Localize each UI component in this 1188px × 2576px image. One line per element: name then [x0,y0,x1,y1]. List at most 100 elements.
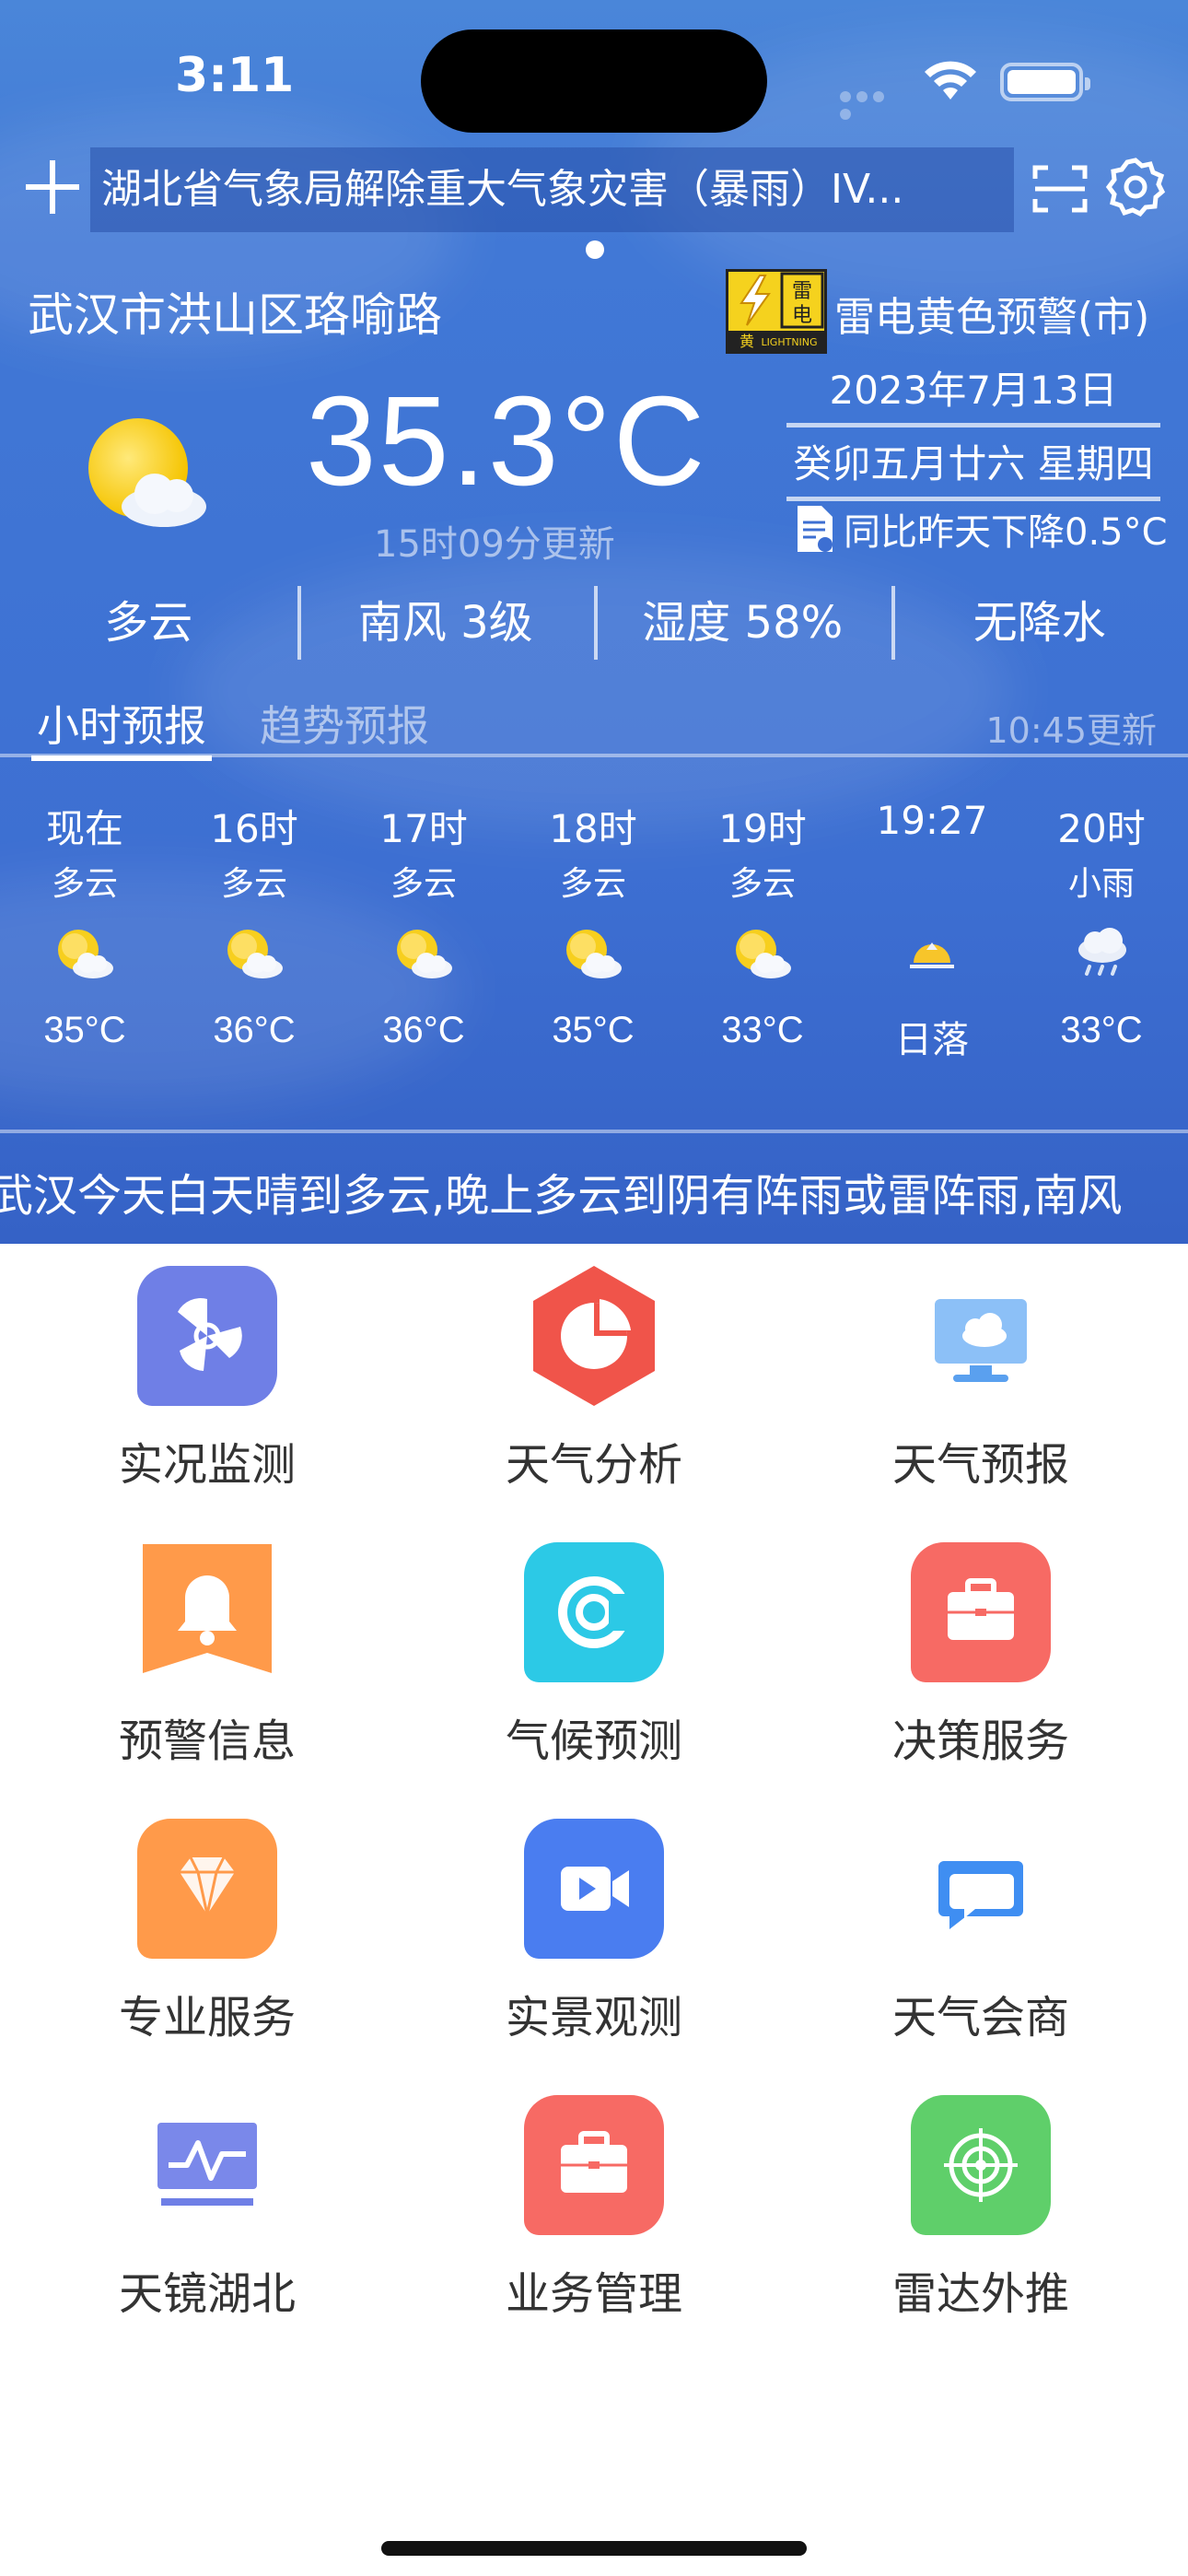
grid-item-label: 决策服务 [891,1715,1069,1767]
partly-cloudy-icon [678,912,847,995]
grid-item-7[interactable]: 专业服务 [14,1815,401,2091]
settings-gear-icon[interactable] [1105,157,1166,217]
bell-icon [143,1544,272,1673]
grid-item-label: 天气会商 [891,1992,1069,2043]
grid-item-label: 实况监测 [118,1439,296,1491]
fan-icon [137,1266,277,1406]
hourly-forecast-item: 18时 多云 35°C [508,798,678,1063]
lunar-date-label: 癸卯五月廿六 星期四 [786,427,1160,501]
lightning-warning-icon[interactable]: 雷 电 黄 LIGHTNING [726,269,827,354]
hourly-forecast-item: 19时多云 33°C [678,798,847,1063]
hour-temperature: 33°C [1060,1010,1143,1050]
ticker-text: 武汉今天白天晴到多云,晚上多云到阴有阵雨或雷阵雨,南风 [0,1170,1123,1222]
grid-item-8[interactable]: 实景观测 [401,1815,787,2091]
hour-temperature: 33°C [721,1010,804,1050]
chat-icon [938,1861,1023,1929]
grid-item-5[interactable]: 气候预测 [401,1539,787,1815]
grid-item-9[interactable]: 天气会商 [787,1815,1174,2091]
forecast-ticker[interactable]: 武汉今天白天晴到多云,晚上多云到阴有阵雨或雷阵雨,南风 [0,1139,1188,1240]
sunset-icon [847,912,1017,995]
hour-time: 19时 [718,806,807,851]
partly-cloudy-icon [88,418,206,527]
grid-item-label: 气候预测 [505,1715,682,1767]
hour-time: 16时 [210,806,298,851]
grid-item-12[interactable]: 雷达外推 [787,2091,1174,2368]
home-indicator[interactable] [381,2541,807,2556]
add-city-button[interactable] [20,155,85,219]
hour-condition [847,857,1017,912]
briefcase-icon [524,2095,664,2235]
hour-temperature: 日落 [895,1020,969,1060]
grid-item-4[interactable]: 预警信息 [14,1539,401,1815]
stat-condition: 多云 [104,597,193,649]
grid-item-label: 业务管理 [505,2268,682,2320]
svg-text:雷: 雷 [792,280,812,303]
hourly-forecast-list: 现在 多云 35°C 16时 多云 36°C 17时 多云 36°C 18时 多云 35°C 19时 多云… [0,798,1188,1063]
cellular-signal-icon [840,88,904,120]
dynamic-island [421,29,767,133]
scan-icon[interactable] [1031,162,1089,216]
grid-item-2[interactable]: 天气分析 [401,1262,787,1539]
hour-time: 19:27 [876,798,988,843]
hour-time: 20时 [1057,806,1146,851]
tab-trend-forecast[interactable]: 趋势预报 [260,693,429,754]
grid-item-label: 预警信息 [118,1715,296,1767]
location-title[interactable]: 武汉市洪山区珞喻路 [28,278,442,345]
grid-item-label: 专业服务 [118,1992,296,2043]
date-label: 2023年7月13日 [786,354,1160,427]
hour-time: 17时 [379,806,468,851]
hour-condition: 小雨 [1067,865,1135,903]
grid-item-label: 天镜湖北 [118,2268,296,2320]
svg-text:LIGHTNING: LIGHTNING [761,336,817,348]
wifi-icon [925,61,976,100]
hour-condition: 多云 [728,865,796,903]
grid-item-1[interactable]: 实况监测 [14,1262,401,1539]
light-rain-icon [1017,912,1186,995]
hour-condition: 多云 [390,865,457,903]
hourly-forecast-item: 17时 多云 36°C [339,798,508,1063]
alert-banner[interactable]: 湖北省气象局解除重大气象灾害（暴雨）IV... [90,147,1014,232]
hourly-forecast-item: 19:27 日落 [847,798,1017,1063]
briefcase-icon [911,1542,1051,1682]
monitor-cloud-icon [935,1299,1027,1382]
weather-header-panel: 3:11 湖北省气象局解除重大气象灾害（暴雨）IV... 武汉市洪山区珞喻路 雷… [0,0,1188,1244]
tab-hourly-forecast[interactable]: 小时预报 [31,693,212,761]
divider [0,1130,1188,1133]
partly-cloudy-icon [169,912,339,995]
hour-temperature: 35°C [43,1010,126,1050]
stat-precipitation: 无降水 [891,582,1188,663]
hourly-forecast-item: 20时小雨 33°C [1017,798,1186,1063]
date-box: 2023年7月13日 癸卯五月廿六 星期四 [786,354,1160,501]
status-time: 3:11 [175,48,295,103]
hour-condition: 多云 [220,865,287,903]
comparison-text: 同比昨天下降0.5°C [844,511,1168,554]
grid-item-11[interactable]: 业务管理 [401,2091,787,2368]
grid-item-3[interactable]: 天气预报 [787,1262,1174,1539]
svg-text:黄: 黄 [740,333,754,350]
grid-item-label: 雷达外推 [891,2268,1069,2320]
warning-label[interactable]: 雷电黄色预警(市) [834,284,1149,343]
waveform-icon [157,2123,257,2206]
battery-icon [1000,63,1090,101]
hour-time: 18时 [549,806,637,851]
stat-humidity: 湿度 58% [594,582,891,663]
grid-item-label: 天气分析 [505,1439,682,1491]
svg-text:电: 电 [792,304,812,327]
partly-cloudy-icon [508,912,678,995]
divider [0,754,1188,757]
temperature-comparison: 同比昨天下降0.5°C [794,502,1168,556]
hour-temperature: 35°C [552,1010,635,1050]
video-icon [524,1819,664,1959]
hourly-forecast-item: 16时 多云 36°C [169,798,339,1063]
weather-stats-row: 多云 南风 3级 湿度 58% 无降水 [0,582,1188,663]
forecast-tabs: 小时预报 趋势预报 10:45更新 [0,693,1188,761]
partly-cloudy-icon [0,912,169,995]
forecast-update-time: 10:45更新 [985,710,1157,751]
hour-time: 现在 [45,806,123,851]
update-time: 15时09分更新 [374,523,615,566]
radar-icon [911,2095,1051,2235]
grid-item-10[interactable]: 天镜湖北 [14,2091,401,2368]
report-doc-icon [798,506,833,552]
diamond-icon [137,1819,277,1959]
grid-item-6[interactable]: 决策服务 [787,1539,1174,1815]
